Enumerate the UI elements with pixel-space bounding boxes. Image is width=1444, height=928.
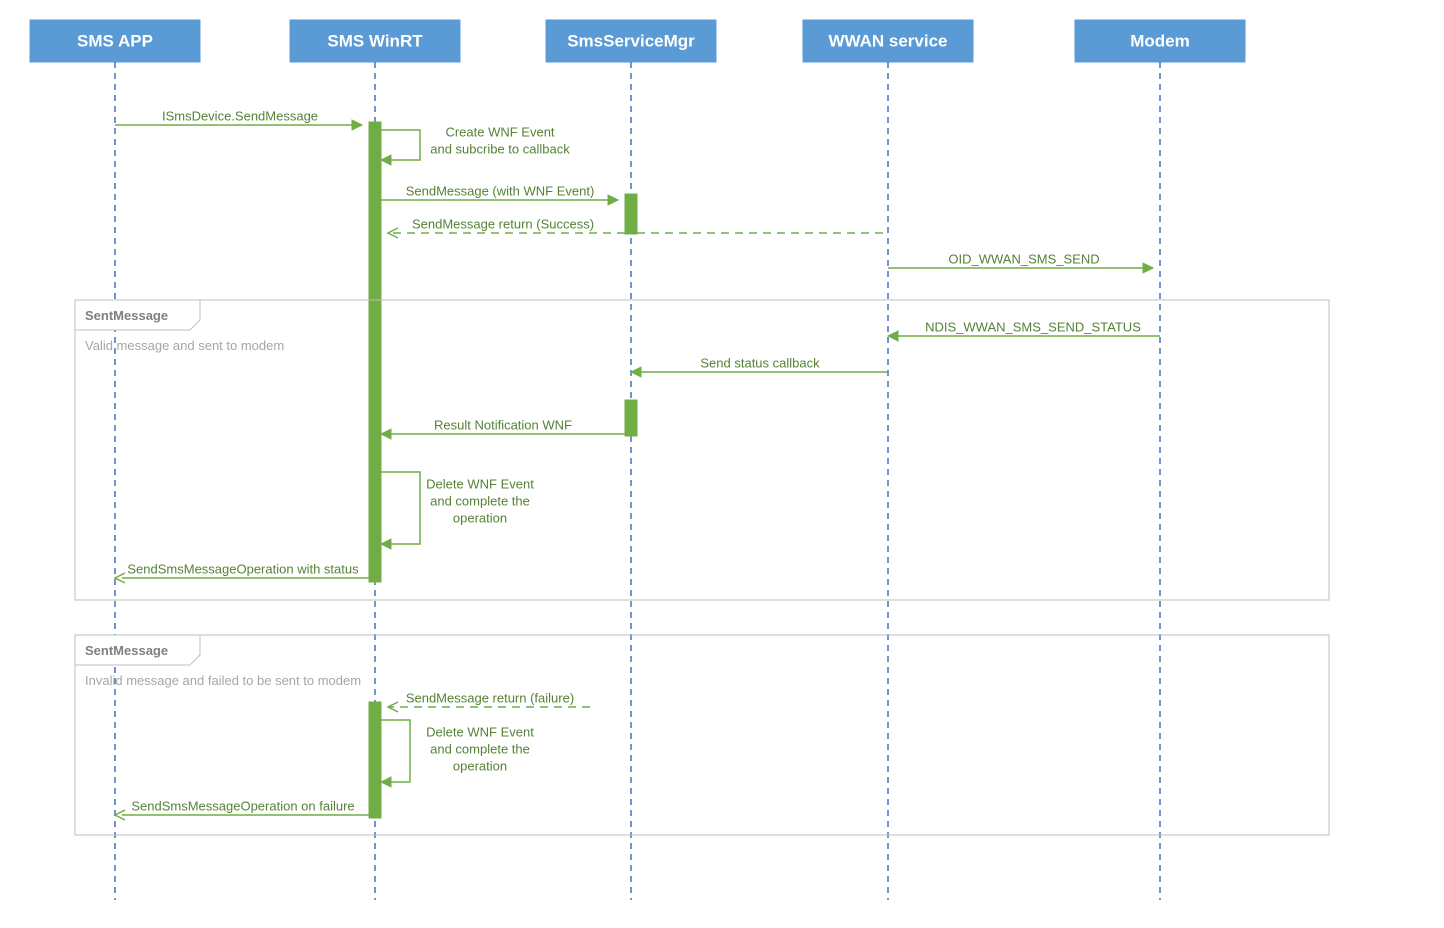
participant-sms-winrt-label: SMS WinRT [327, 31, 423, 50]
msg-sendmessage-return-success-label: SendMessage return (Success) [412, 216, 594, 231]
msg-sendmessage-wnf-label: SendMessage (with WNF Event) [406, 183, 595, 198]
msg-result-notification-wnf: Result Notification WNF [381, 417, 625, 439]
msg-send-status-callback-label: Send status callback [700, 355, 820, 370]
activation-smsservicemgr-1 [625, 194, 637, 234]
participant-sms-app: SMS APP [30, 20, 200, 62]
participant-smsservicemgr: SmsServiceMgr [546, 20, 716, 62]
frame-sentmessage-valid-desc: Valid message and sent to modem [85, 338, 284, 353]
msg-create-wnf-event-label-2: and subcribe to callback [430, 141, 570, 156]
msg-create-wnf-event: Create WNF Event and subcribe to callbac… [381, 124, 570, 165]
msg-sendmessage-wnf: SendMessage (with WNF Event) [381, 183, 618, 205]
msg-sendmessage-return-failure-label: SendMessage return (failure) [406, 690, 574, 705]
msg-send-status-callback: Send status callback [631, 355, 888, 377]
msg-sendmessage-return-success: SendMessage return (Success) [388, 216, 888, 238]
frame-sentmessage-invalid-desc: Invalid message and failed to be sent to… [85, 673, 361, 688]
frame-sentmessage-valid-label: SentMessage [85, 308, 168, 323]
msg-sendmessage-return-failure: SendMessage return (failure) [388, 690, 590, 712]
activation-sms-winrt-1 [369, 122, 381, 582]
msg-delete-wnf-event-1-label-2: and complete the [430, 493, 530, 508]
participant-sms-app-label: SMS APP [77, 31, 153, 50]
msg-ndis-status: NDIS_WWAN_SMS_SEND_STATUS [888, 319, 1160, 341]
participant-wwan-service-label: WWAN service [828, 31, 947, 50]
msg-sendsmsmessageoperation-status: SendSmsMessageOperation with status [115, 561, 369, 583]
msg-delete-wnf-event-1: Delete WNF Event and complete the operat… [381, 472, 534, 549]
msg-delete-wnf-event-2: Delete WNF Event and complete the operat… [381, 720, 534, 787]
participant-modem-label: Modem [1130, 31, 1190, 50]
participant-wwan-service: WWAN service [803, 20, 973, 62]
msg-delete-wnf-event-1-label-3: operation [453, 510, 507, 525]
msg-sendsmsmessageoperation-failure: SendSmsMessageOperation on failure [115, 798, 369, 820]
msg-delete-wnf-event-2-label-2: and complete the [430, 741, 530, 756]
frame-sentmessage-valid: SentMessage Valid message and sent to mo… [75, 300, 1329, 600]
frame-sentmessage-invalid-label: SentMessage [85, 643, 168, 658]
msg-delete-wnf-event-1-label-1: Delete WNF Event [426, 476, 534, 491]
participant-sms-winrt: SMS WinRT [290, 20, 460, 62]
msg-oid-wwan-sms-send: OID_WWAN_SMS_SEND [888, 251, 1153, 273]
participant-modem: Modem [1075, 20, 1245, 62]
msg-create-wnf-event-label-1: Create WNF Event [445, 124, 554, 139]
msg-oid-wwan-sms-send-label: OID_WWAN_SMS_SEND [948, 251, 1099, 266]
msg-delete-wnf-event-2-label-1: Delete WNF Event [426, 724, 534, 739]
msg-result-notification-wnf-label: Result Notification WNF [434, 417, 572, 432]
msg-delete-wnf-event-2-label-3: operation [453, 758, 507, 773]
msg-sendsmsmessageoperation-failure-label: SendSmsMessageOperation on failure [131, 798, 354, 813]
participant-smsservicemgr-label: SmsServiceMgr [567, 31, 695, 50]
msg-ismsdevice-sendmessage: ISmsDevice.SendMessage [115, 108, 362, 130]
activation-smsservicemgr-2 [625, 400, 637, 436]
msg-sendsmsmessageoperation-status-label: SendSmsMessageOperation with status [127, 561, 359, 576]
msg-ismsdevice-sendmessage-label: ISmsDevice.SendMessage [162, 108, 318, 123]
activation-sms-winrt-2 [369, 702, 381, 818]
msg-ndis-status-label: NDIS_WWAN_SMS_SEND_STATUS [925, 319, 1141, 334]
